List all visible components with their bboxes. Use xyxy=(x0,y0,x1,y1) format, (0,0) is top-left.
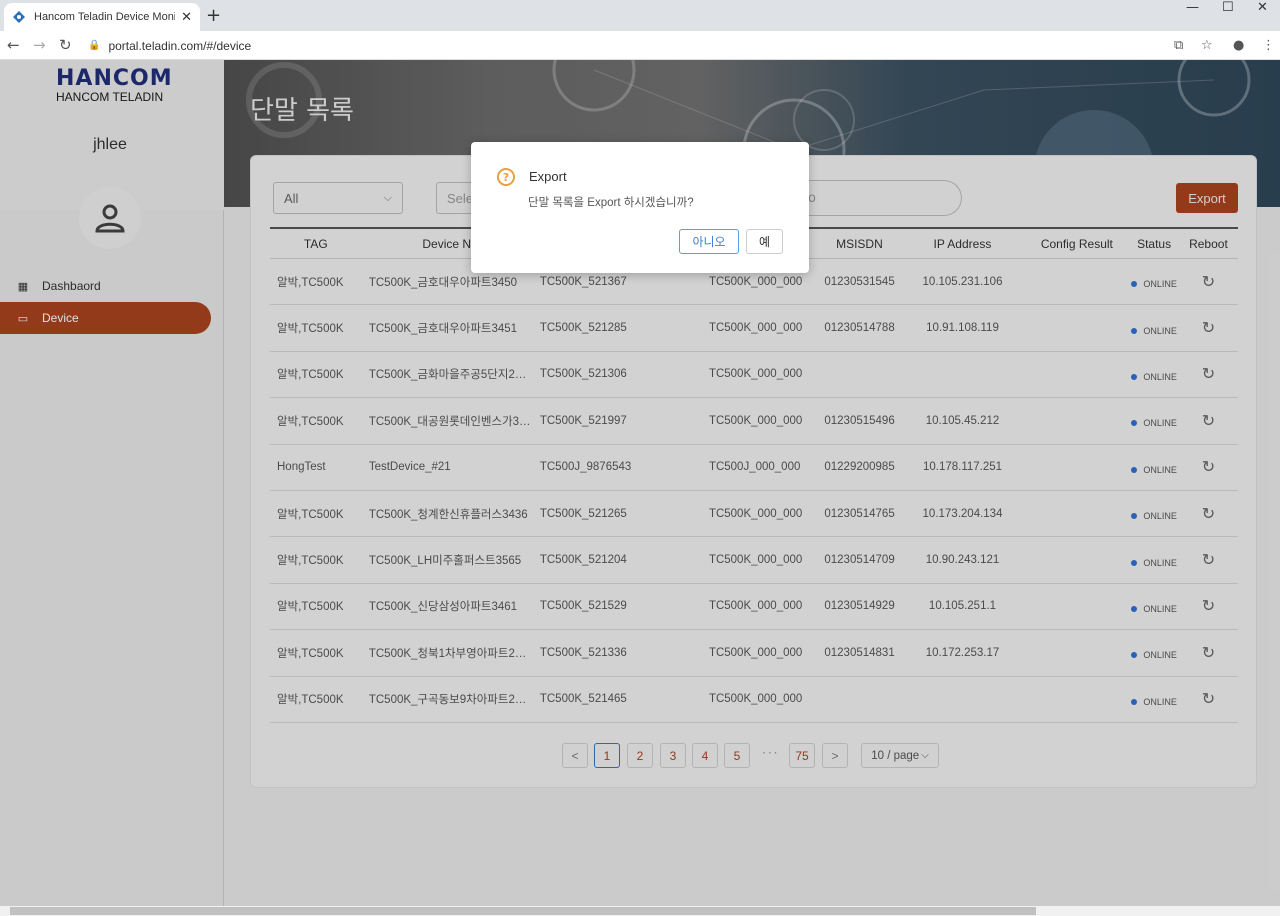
confirm-button[interactable]: 예 xyxy=(746,229,783,254)
forward-icon[interactable]: → xyxy=(33,36,46,54)
tab-title: Hancom Teladin Device Monito xyxy=(34,11,176,23)
url-text: portal.teladin.com/#/device xyxy=(108,38,252,53)
omnibox[interactable]: 🔒 portal.teladin.com/#/device xyxy=(88,34,1228,57)
cancel-button[interactable]: 아니오 xyxy=(679,229,739,254)
browser-tab[interactable]: Hancom Teladin Device Monito ✕ xyxy=(4,3,200,31)
bookmark-star-icon[interactable]: ☆ xyxy=(1201,38,1213,53)
address-bar: ← → ↻ 🔒 portal.teladin.com/#/device ⧉ ☆ … xyxy=(0,31,1280,60)
maximize-icon[interactable]: ☐ xyxy=(1222,0,1234,16)
dialog-message: 단말 목록을 Export 하시겠습니까? xyxy=(528,197,694,209)
window-close-icon[interactable]: ✕ xyxy=(1257,0,1268,16)
menu-kebab-icon[interactable]: ⋮ xyxy=(1262,38,1275,53)
question-icon: ? xyxy=(497,168,515,186)
profile-icon[interactable]: ● xyxy=(1233,38,1244,53)
browser-titlebar: Hancom Teladin Device Monito ✕ + — ☐ ✕ xyxy=(0,0,1280,31)
dialog-title: Export xyxy=(529,169,567,184)
export-confirm-dialog: ? Export 단말 목록을 Export 하시겠습니까? 아니오 예 xyxy=(471,142,809,273)
tab-close-icon[interactable]: ✕ xyxy=(181,10,192,25)
lock-icon: 🔒 xyxy=(88,40,101,51)
new-tab-icon[interactable]: + xyxy=(206,5,221,26)
back-icon[interactable]: ← xyxy=(7,36,20,54)
reload-icon[interactable]: ↻ xyxy=(59,36,72,54)
horizontal-scrollbar[interactable] xyxy=(0,906,1280,916)
hancom-favicon-icon xyxy=(13,11,25,23)
minimize-icon[interactable]: — xyxy=(1186,0,1199,16)
scrollbar-thumb[interactable] xyxy=(10,907,1036,915)
translate-icon[interactable]: ⧉ xyxy=(1174,38,1183,53)
